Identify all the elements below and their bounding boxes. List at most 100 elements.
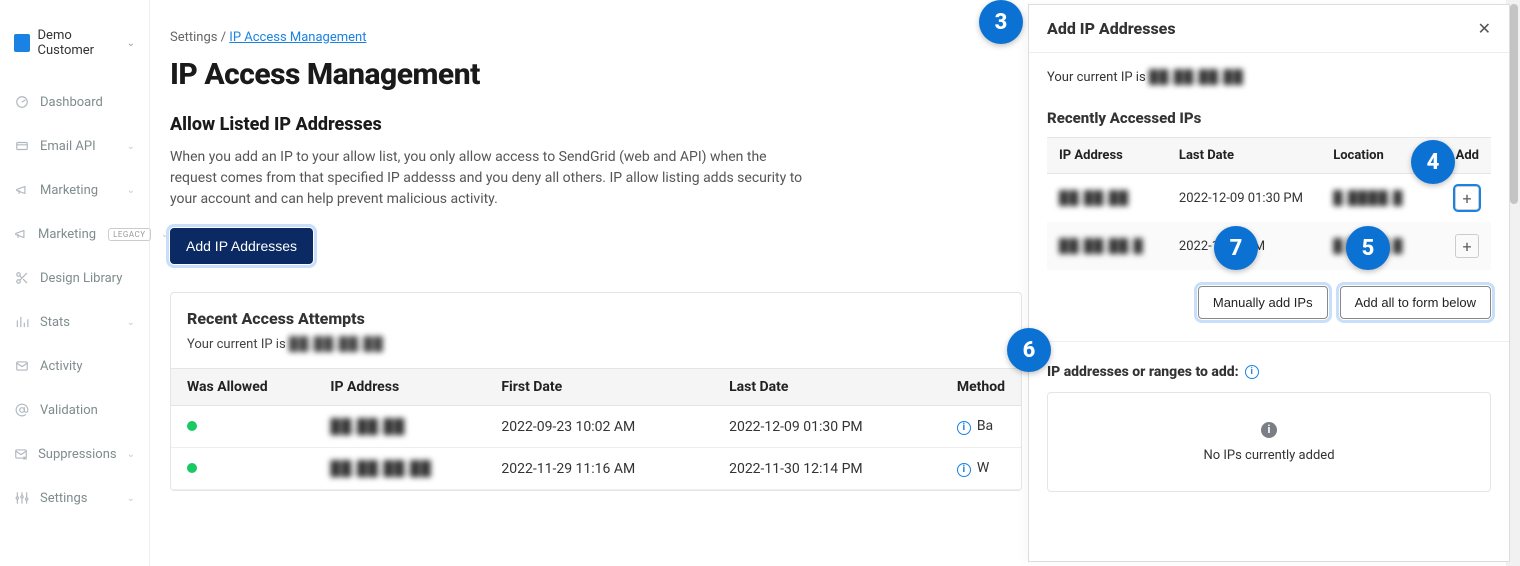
- sidebar-item-label: Stats: [40, 315, 70, 330]
- section-title: Allow Listed IP Addresses: [170, 114, 1030, 135]
- chevron-down-icon: ⌄: [127, 449, 135, 460]
- mail-icon: [14, 358, 30, 374]
- sidebar-item-activity[interactable]: Activity: [0, 344, 149, 388]
- recent-access-card: Recent Access Attempts Your current IP i…: [170, 292, 1022, 491]
- location-value: █.████.█: [1333, 190, 1403, 206]
- manually-add-ips-button[interactable]: Manually add IPs: [1198, 286, 1328, 319]
- info-filled-icon: i: [1261, 422, 1277, 438]
- sidebar-item-suppressions[interactable]: Suppressions⌄: [0, 432, 149, 476]
- empty-text: No IPs currently added: [1058, 448, 1480, 463]
- info-icon[interactable]: i: [1245, 365, 1259, 379]
- ips-to-add-empty: i No IPs currently added: [1047, 392, 1491, 492]
- col-was-allowed: Was Allowed: [171, 369, 314, 406]
- col-ip: IP Address: [314, 369, 485, 406]
- table-row: ██.██.██ 2022-09-23 10:02 AM2022-12-09 01…: [171, 406, 1021, 448]
- sidebar-nav: Dashboard Email API ⌄ Marketing ⌄ Marketing LE…: [0, 80, 149, 520]
- add-ip-button[interactable]: +: [1455, 234, 1479, 258]
- info-icon: i: [957, 463, 971, 477]
- your-ip-value: ██.██.██.██: [289, 336, 384, 352]
- callout-5: 5: [1346, 226, 1390, 270]
- info-icon: i: [957, 421, 971, 435]
- sidebar-item-marketing-legacy[interactable]: MarketingLEGACY⌄: [0, 212, 149, 256]
- divider: [1029, 341, 1509, 342]
- first-date: 2022-09-23 10:02 AM: [485, 406, 713, 448]
- add-all-to-form-button[interactable]: Add all to form below: [1340, 286, 1491, 319]
- close-icon[interactable]: ✕: [1478, 19, 1491, 38]
- scissors-icon: [14, 270, 30, 286]
- sidebar-item-label: Activity: [40, 359, 83, 374]
- sidebar-item-label: Design Library: [40, 271, 122, 286]
- method: iW: [941, 448, 1021, 490]
- chevron-down-icon: ⌄: [127, 38, 135, 49]
- first-date: 2022-11-29 11:16 AM: [485, 448, 713, 490]
- add-ip-panel: Add IP Addresses ✕ Your current IP is ██…: [1028, 4, 1510, 562]
- bars-icon: [14, 314, 30, 330]
- col-last: Last Date: [1167, 138, 1321, 174]
- last-date: 2022-11-30 12:14 PM: [713, 448, 941, 490]
- sidebar-item-email-api[interactable]: Email API ⌄: [0, 124, 149, 168]
- sidebar-item-label: Email API: [40, 139, 96, 154]
- breadcrumb-root: Settings: [170, 30, 217, 45]
- add-ip-addresses-button[interactable]: Add IP Addresses: [170, 228, 313, 264]
- callout-4: 4: [1411, 140, 1455, 184]
- sidebar-item-validation[interactable]: Validation: [0, 388, 149, 432]
- brand-switcher[interactable]: Demo Customer ⌄: [0, 10, 149, 80]
- ips-to-add-title: IP addresses or ranges to add: i: [1047, 364, 1491, 380]
- sidebar-item-settings[interactable]: Settings⌄: [0, 476, 149, 520]
- chevron-down-icon: ⌄: [161, 229, 169, 240]
- table-row: ██.██.██.██ 2022-11-29 11:16 AM2022-11-30…: [171, 448, 1021, 490]
- table-row: ██.██.██.█2022-1…14 PM█.████.█+: [1047, 222, 1491, 270]
- chevron-down-icon: ⌄: [127, 493, 135, 504]
- recent-access-table: Was Allowed IP Address First Date Last D…: [171, 368, 1021, 490]
- ip-value: ██.██.██: [330, 418, 405, 435]
- ip-value: ██.██.██.█: [1059, 238, 1144, 254]
- page-title: IP Access Management: [170, 57, 1030, 92]
- method: iBa: [941, 406, 1021, 448]
- callout-6: 6: [1007, 328, 1051, 372]
- sidebar-item-label: Marketing: [38, 227, 96, 242]
- sidebar: Demo Customer ⌄ DashboardEmail API⌄Marke…: [0, 0, 150, 566]
- sidebar-item-label: Marketing: [40, 183, 98, 198]
- main-content: Settings / IP Access Management IP Acces…: [170, 0, 1030, 491]
- brand-logo-icon: [14, 34, 30, 52]
- megaphone-icon: [14, 182, 30, 198]
- recent-your-ip: Your current IP is ██.██.██.██: [187, 336, 1005, 352]
- gauge-icon: [14, 94, 30, 110]
- chevron-down-icon: ⌄: [127, 317, 135, 328]
- sidebar-item-label: Validation: [40, 403, 98, 418]
- ip-value: ██.██.██: [1059, 190, 1129, 206]
- scrollbar-thumb[interactable]: [1510, 4, 1518, 204]
- recent-access-title: Recent Access Attempts: [187, 309, 1005, 328]
- callout-7: 7: [1214, 226, 1258, 270]
- col-last-date: Last Date: [713, 369, 941, 406]
- sidebar-item-label: Dashboard: [40, 95, 103, 110]
- sidebar-item-design-library[interactable]: Design Library: [0, 256, 149, 300]
- sidebar-item-marketing[interactable]: Marketing ⌄: [0, 168, 149, 212]
- recently-accessed-title: Recently Accessed IPs: [1047, 109, 1491, 127]
- add-ip-button[interactable]: +: [1455, 186, 1479, 210]
- panel-your-ip: Your current IP is ██.██.██.██: [1047, 69, 1491, 85]
- last-date: 2022-12-09 01:30 PM: [713, 406, 941, 448]
- chevron-down-icon: ⌄: [127, 141, 135, 152]
- envelope-x-icon: [14, 446, 28, 462]
- col-ip: IP Address: [1047, 138, 1167, 174]
- brand-name: Demo Customer: [38, 28, 119, 58]
- at-icon: [14, 402, 30, 418]
- breadcrumb-current-link[interactable]: IP Access Management: [229, 30, 366, 45]
- sliders-icon: [14, 490, 30, 506]
- sidebar-item-dashboard[interactable]: Dashboard: [0, 80, 149, 124]
- col-first-date: First Date: [485, 369, 713, 406]
- chevron-down-icon: ⌄: [127, 185, 135, 196]
- panel-title: Add IP Addresses: [1047, 19, 1176, 38]
- card-icon: [14, 138, 30, 154]
- ip-value: ██.██.██.██: [330, 460, 431, 477]
- breadcrumb: Settings / IP Access Management: [170, 30, 1030, 45]
- panel-your-ip-label: Your current IP is: [1047, 70, 1146, 85]
- sidebar-item-stats[interactable]: Stats ⌄: [0, 300, 149, 344]
- ips-to-add-label: IP addresses or ranges to add:: [1047, 364, 1239, 380]
- breadcrumb-sep: /: [217, 30, 229, 45]
- allowed-status-dot: [187, 463, 197, 473]
- legacy-badge: LEGACY: [108, 228, 151, 241]
- allowed-status-dot: [187, 421, 197, 431]
- col-method: Method: [941, 369, 1021, 406]
